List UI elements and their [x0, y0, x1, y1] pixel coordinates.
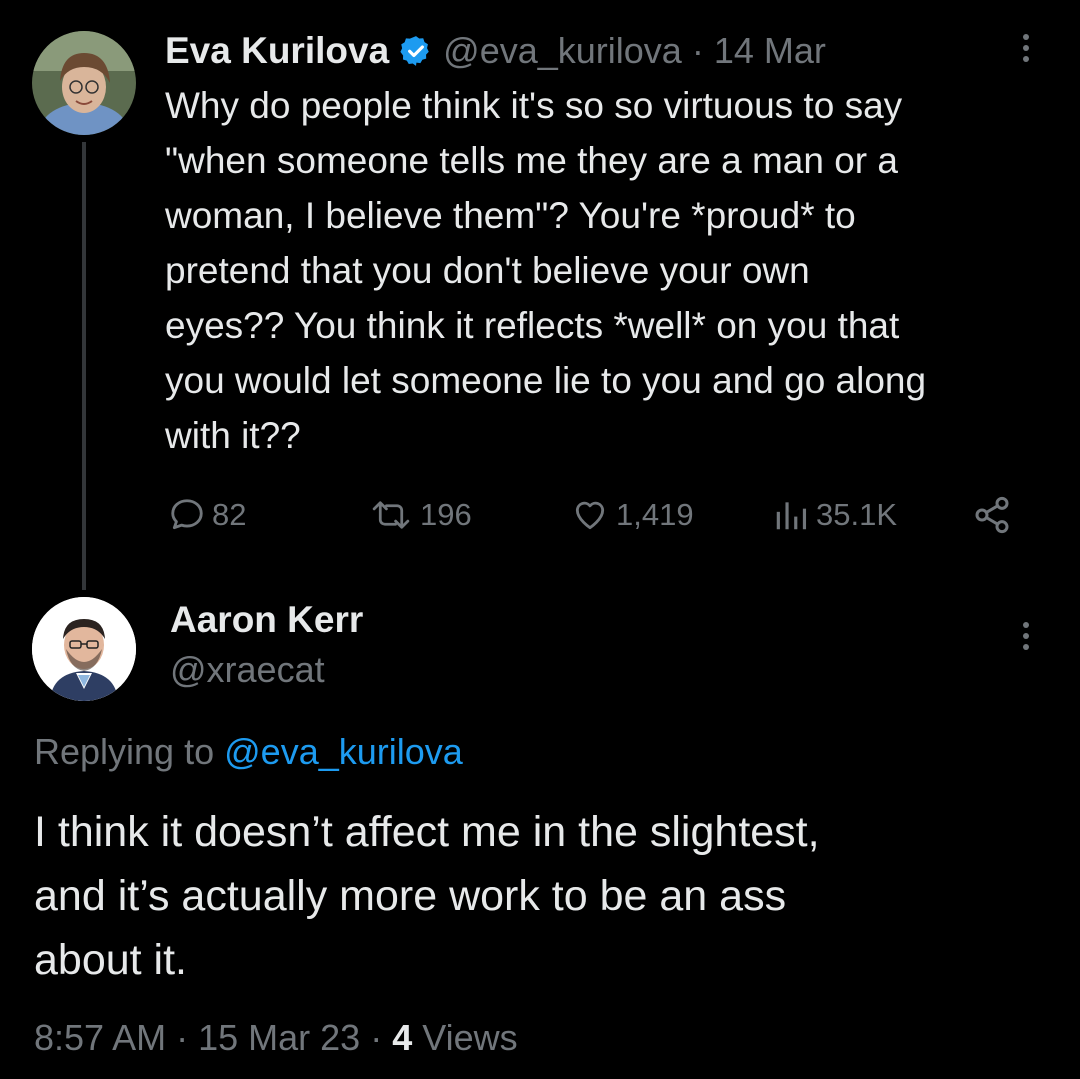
- meta-separator: ·: [176, 1017, 189, 1058]
- tweet-text-line: with it??: [165, 415, 301, 456]
- reply-text-line: I think it doesn’t affect me in the slig…: [34, 808, 820, 856]
- author-name[interactable]: Eva Kurilova: [165, 30, 389, 72]
- tweet-text: Why do people think it's so so virtuous …: [165, 78, 1065, 463]
- retweet-action[interactable]: 196: [368, 495, 472, 535]
- bar-chart-icon: [772, 496, 810, 534]
- author-handle[interactable]: @eva_kurilova: [443, 30, 682, 72]
- header-separator: ·: [691, 30, 704, 71]
- tweet-text-line: "when someone tells me they are a man or…: [165, 140, 898, 181]
- more-vertical-icon[interactable]: [1012, 620, 1040, 656]
- like-action[interactable]: 1,419: [570, 495, 694, 535]
- reply-author-handle[interactable]: @xraecat: [170, 648, 325, 692]
- tweet-text-line: woman, I believe them"? You're *proud* t…: [165, 195, 856, 236]
- more-vertical-icon[interactable]: [1012, 32, 1040, 68]
- share-icon: [972, 495, 1012, 535]
- reply-action[interactable]: 82: [168, 495, 246, 535]
- reply-meta: 8:57 AM · 15 Mar 23 · 4 Views: [34, 1016, 518, 1060]
- retweet-count: 196: [420, 497, 472, 532]
- reply-author-name[interactable]: Aaron Kerr: [170, 597, 363, 643]
- reply-views-label: Views: [422, 1017, 518, 1058]
- avatar-aaron[interactable]: [32, 597, 136, 701]
- tweet-text-line: pretend that you don't believe your own: [165, 250, 810, 291]
- heart-icon: [570, 496, 610, 534]
- like-count: 1,419: [616, 497, 694, 532]
- reply-text: I think it doesn’t affect me in the slig…: [34, 800, 1064, 992]
- speech-bubble-icon: [168, 496, 206, 534]
- views-action[interactable]: 35.1K: [772, 495, 897, 535]
- views-count: 35.1K: [816, 497, 898, 532]
- replying-to-link[interactable]: @eva_kurilova: [224, 731, 463, 772]
- tweet-date[interactable]: 14 Mar: [714, 30, 826, 72]
- reply-date[interactable]: 15 Mar 23: [198, 1016, 360, 1060]
- share-action[interactable]: [972, 495, 1012, 535]
- avatar-eva[interactable]: [32, 31, 136, 135]
- reply-count: 82: [212, 497, 247, 532]
- thread-line: [82, 142, 86, 590]
- reply-text-line: and it’s actually more work to be an ass: [34, 872, 787, 920]
- reply-time[interactable]: 8:57 AM: [34, 1016, 166, 1060]
- reply-views-count: 4: [392, 1017, 413, 1058]
- tweet-text-line: Why do people think it's so so virtuous …: [165, 85, 903, 126]
- verified-badge-icon: [399, 34, 433, 68]
- replying-prefix: Replying to: [34, 731, 215, 772]
- tweet-text-line: eyes?? You think it reflects *well* on y…: [165, 305, 900, 346]
- tweet-text-line: you would let someone lie to you and go …: [165, 360, 927, 401]
- reply-text-line: about it.: [34, 936, 187, 984]
- replying-to: Replying to @eva_kurilova: [34, 730, 463, 774]
- meta-separator: ·: [370, 1017, 383, 1058]
- tweet-header: Eva Kurilova @eva_kurilova · 14 Mar: [165, 28, 826, 74]
- retweet-icon: [368, 496, 414, 534]
